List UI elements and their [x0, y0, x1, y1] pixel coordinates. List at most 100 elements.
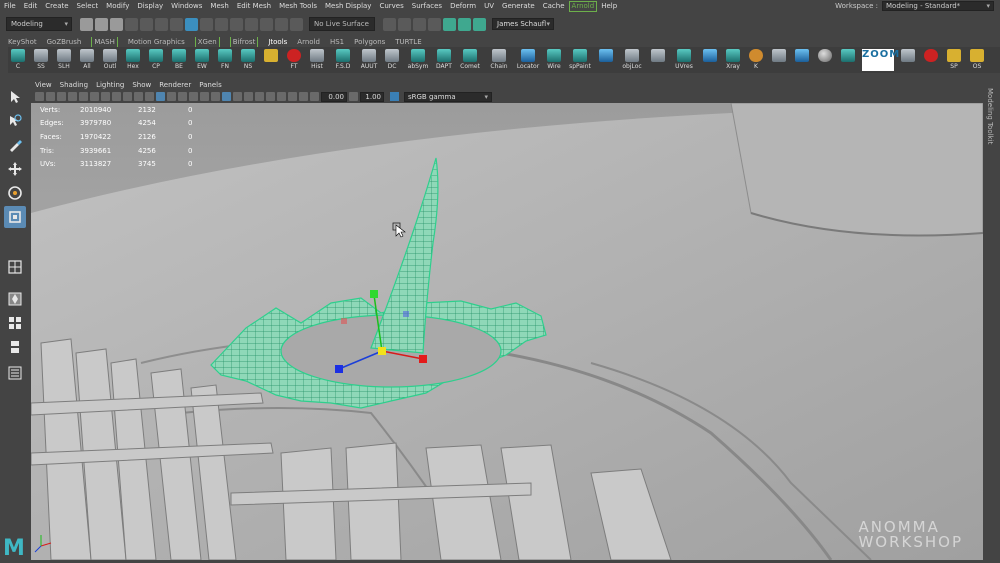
safe-action-icon[interactable] — [123, 92, 132, 101]
lasso-tool[interactable] — [4, 110, 26, 132]
shelf-button-chain[interactable]: Chain — [486, 49, 512, 73]
shelf-button-tool-33[interactable] — [815, 49, 835, 73]
render-frame-icon[interactable] — [398, 17, 411, 31]
menu-arnold[interactable]: Arnold — [568, 0, 598, 12]
ambient-occlusion-icon[interactable] — [266, 92, 275, 101]
grid-toggle-icon[interactable] — [68, 92, 77, 101]
shelf-button-hex[interactable]: Hex — [123, 49, 143, 73]
shelf-button-c[interactable]: C — [8, 49, 28, 73]
shelf-button-uvres[interactable]: UVres — [671, 49, 697, 73]
shelf-button-objloc[interactable]: objLoc — [619, 49, 645, 73]
panel-menu-view[interactable]: View — [35, 80, 52, 90]
menu-windows[interactable]: Windows — [167, 0, 206, 12]
xray-joints-icon[interactable] — [244, 92, 253, 101]
panel-menu-show[interactable]: Show — [132, 80, 151, 90]
wireframe-on-shaded-icon[interactable] — [222, 92, 231, 101]
menu-file[interactable]: File — [0, 0, 20, 12]
render-pause-icon[interactable] — [473, 17, 486, 31]
move-tool[interactable] — [4, 158, 26, 180]
menu-display[interactable]: Display — [133, 0, 167, 12]
ipr-render-icon[interactable] — [413, 17, 426, 31]
menu-uv[interactable]: UV — [480, 0, 498, 12]
menu-deform[interactable]: Deform — [446, 0, 480, 12]
shelf-button-tool-32[interactable] — [792, 49, 812, 73]
isolate-select-icon[interactable] — [299, 92, 308, 101]
grid-icon[interactable] — [145, 92, 154, 101]
construction-history-icon[interactable] — [383, 17, 396, 31]
hypershade-icon[interactable] — [443, 17, 456, 31]
xray-components-icon[interactable] — [255, 92, 264, 101]
shelf-tab-mash[interactable]: MASH — [91, 37, 118, 47]
shelf-button-ft[interactable]: FT — [284, 49, 304, 73]
manipulator-y-handle[interactable] — [370, 290, 378, 298]
shadows-icon[interactable] — [211, 92, 220, 101]
camera-attributes-icon[interactable] — [35, 92, 44, 101]
panel-menu-shading[interactable]: Shading — [60, 80, 88, 90]
panel-menu-panels[interactable]: Panels — [199, 80, 222, 90]
menu-select[interactable]: Select — [73, 0, 103, 12]
shelf-button-tool-31[interactable] — [769, 49, 789, 73]
wireframe-icon[interactable] — [156, 92, 165, 101]
film-gate-icon[interactable] — [79, 92, 88, 101]
select-component-icon[interactable] — [185, 17, 198, 31]
color-management-icon[interactable] — [390, 92, 399, 101]
shelf-button-tool-37[interactable] — [921, 49, 941, 73]
menu-edit-mesh[interactable]: Edit Mesh — [233, 0, 275, 12]
depth-of-field-icon[interactable] — [288, 92, 297, 101]
shelf-tab-keyshot[interactable]: KeyShot — [8, 37, 37, 47]
shelf-button-zoom[interactable]: ZOOM — [861, 49, 899, 73]
shelf-tab-hs1[interactable]: HS1 — [330, 37, 344, 47]
shelf-button-f-s-d[interactable]: F.S.D — [330, 49, 356, 73]
shelf-button-all[interactable]: All — [77, 49, 97, 73]
shelf-button-ew[interactable]: EW — [192, 49, 212, 73]
menu-set-select[interactable]: Modeling — [6, 17, 72, 31]
shelf-button-ns[interactable]: NS — [238, 49, 258, 73]
shelf-button-slh[interactable]: SLH — [54, 49, 74, 73]
select-tool[interactable] — [4, 86, 26, 108]
manipulator-x-handle[interactable] — [419, 355, 427, 363]
menu-cache[interactable]: Cache — [539, 0, 569, 12]
shelf-button-sppaint[interactable]: spPaint — [567, 49, 593, 73]
menu-create[interactable]: Create — [41, 0, 72, 12]
view-transform-select[interactable]: sRGB gamma — [404, 91, 492, 102]
gamma-icon[interactable] — [349, 92, 358, 101]
shelf-tab-bifrost[interactable]: Bifrost — [229, 37, 259, 47]
outliner-layout[interactable] — [4, 362, 26, 384]
bookmarks-icon[interactable] — [46, 92, 55, 101]
open-scene-icon[interactable] — [95, 17, 108, 31]
side-by-side-layout[interactable] — [4, 312, 26, 334]
xray-icon[interactable] — [233, 92, 242, 101]
live-surface-field[interactable]: No Live Surface — [309, 17, 375, 31]
shelf-tab-xgen[interactable]: XGen — [194, 37, 220, 47]
save-scene-icon[interactable] — [110, 17, 123, 31]
menu-edit[interactable]: Edit — [20, 0, 42, 12]
default-material-icon[interactable] — [178, 92, 187, 101]
3d-viewport[interactable]: Verts: 2010940 2132 0 Edges: 3979780 4254 0 Face… — [31, 103, 983, 560]
shelf-tab-gozbrush[interactable]: GoZBrush — [47, 37, 82, 47]
field-chart-icon[interactable] — [112, 92, 121, 101]
panel-menu-renderer[interactable]: Renderer — [159, 80, 191, 90]
shelf-button-dapt[interactable]: DAPT — [434, 49, 454, 73]
exposure-icon[interactable] — [310, 92, 319, 101]
arnold-render-icon[interactable] — [458, 17, 471, 31]
shelf-button-dc[interactable]: DC — [382, 49, 402, 73]
menu-curves[interactable]: Curves — [375, 0, 407, 12]
select-by-type-icon[interactable] — [200, 17, 213, 31]
scale-tool[interactable] — [4, 206, 26, 228]
snap-surface-icon[interactable] — [275, 17, 288, 31]
four-view-layout[interactable] — [4, 288, 26, 310]
shelf-button-sp[interactable]: SP — [944, 49, 964, 73]
shelf-button-comet[interactable]: Comet — [457, 49, 483, 73]
snap-point-icon[interactable] — [245, 17, 258, 31]
shelf-button-cp[interactable]: CP — [146, 49, 166, 73]
shelf-button-absym[interactable]: abSym — [405, 49, 431, 73]
shelf-button-os[interactable]: OS — [967, 49, 987, 73]
resolution-gate-icon[interactable] — [90, 92, 99, 101]
modeling-toolkit-tab[interactable]: Modeling Toolkit — [983, 80, 1000, 563]
image-plane-icon[interactable] — [57, 92, 66, 101]
menu-generate[interactable]: Generate — [498, 0, 539, 12]
shelf-button-ss[interactable]: SS — [31, 49, 51, 73]
shelf-tab-arnold[interactable]: Arnold — [297, 37, 320, 47]
manipulator-center-handle[interactable] — [378, 347, 386, 355]
safe-title-icon[interactable] — [134, 92, 143, 101]
